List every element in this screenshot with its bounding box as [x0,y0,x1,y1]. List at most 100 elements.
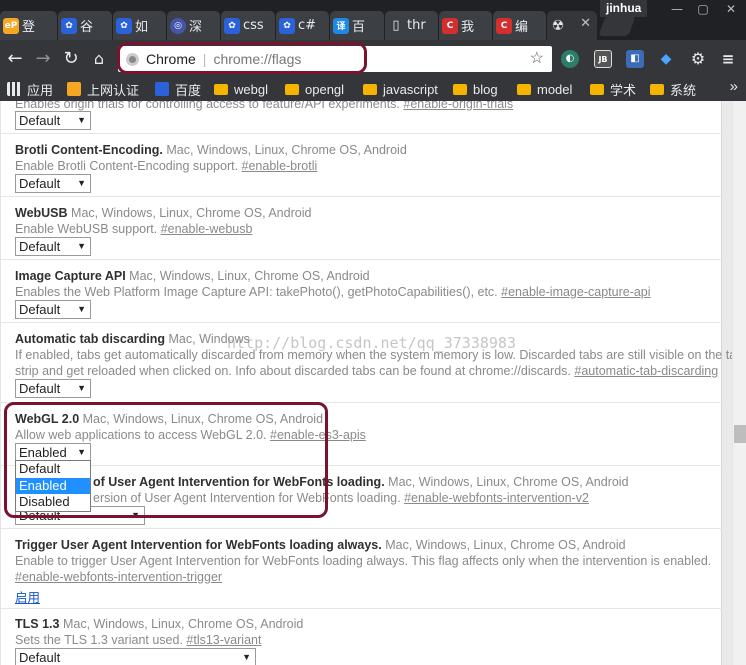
document-icon: ▯ [388,17,404,34]
bookmark-star-icon[interactable]: ☆ [530,48,544,68]
close-window-icon[interactable]: ✕ [724,2,738,16]
ep-icon [67,82,81,96]
experiment-anchor-link[interactable]: #enable-brotli [242,159,318,173]
extension-shield-icon[interactable]: ◆ [657,50,675,68]
experiment-select[interactable]: Default ▼ [15,174,91,193]
baidu-paw-icon: ✿ [116,17,132,34]
radiation-icon: ☢ [551,17,565,34]
experiment-description: Enables the Web Platform Image Capture A… [15,285,651,299]
forward-icon[interactable]: → [32,48,54,70]
omnibox-url[interactable]: chrome://flags [213,51,301,67]
tab-0[interactable]: eP 登 [0,11,57,40]
extension-puzzle-icon[interactable]: ◧ [626,50,644,68]
dropdown-option-enabled[interactable]: Enabled [16,477,90,494]
experiment-select[interactable]: Default ▼ [15,648,256,665]
experiment-anchor-link[interactable]: #enable-image-capture-api [501,285,650,299]
experiment-webusb: WebUSB Mac, Windows, Linux, Chrome OS, A… [1,197,723,260]
maximize-icon[interactable]: ▢ [696,2,710,16]
tab-strip: eP 登 ✿ 谷 ✿ 如 ◎ 深 ✿ css ✿ c# 译 百 ▯ thr C … [0,0,746,40]
tab-label: 登 [22,20,36,35]
experiment-webgl2: WebGL 2.0 Mac, Windows, Linux, Chrome OS… [1,403,723,466]
bookmark-label: 系统 [670,82,697,98]
experiment-select[interactable]: Default ▼ [15,379,91,398]
bookmark-label: blog [473,81,498,97]
tab-active-flags[interactable]: ☢ ✕ [547,11,597,40]
experiment-anchor-link[interactable]: #enable-webfonts-intervention-trigger [15,570,222,584]
bookmark-folder-academic[interactable]: 学术 [590,80,636,98]
experiment-anchor-link[interactable]: #enable-webusb [161,222,253,236]
bookmark-label: model [537,81,573,97]
experiment-anchor-link[interactable]: #automatic-tab-discarding [574,364,718,378]
experiment-origin-trials: Enables origin trials for controlling ac… [1,101,723,134]
tab-9[interactable]: C 编 [493,11,546,40]
dropdown-option-default[interactable]: Default [16,461,90,478]
home-icon[interactable]: ⌂ [88,48,110,70]
tab-label: 谷 [80,20,94,35]
menu-icon[interactable]: ≡ [719,50,737,68]
back-icon[interactable]: ← [4,48,26,70]
folder-icon [650,84,664,95]
experiment-tls13: TLS 1.3 Mac, Windows, Linux, Chrome OS, … [1,609,723,665]
enable-link[interactable]: 启用 [15,587,40,606]
tab-7[interactable]: ▯ thr [385,11,438,40]
baidu-paw-icon: ✿ [61,17,77,34]
dropdown-arrow-icon: ▼ [77,447,86,457]
csdn-icon: C [442,17,458,34]
bookmarks-overflow-icon[interactable]: » [730,78,738,95]
bookmark-folder-model[interactable]: model [517,80,572,98]
experiment-webfonts-trigger: Trigger User Agent Intervention for WebF… [1,529,723,609]
experiment-anchor-link[interactable]: #tls13-variant [186,633,261,647]
experiment-description: Enable WebUSB support. #enable-webusb [15,222,253,236]
experiment-header: of User Agent Intervention for WebFonts … [93,475,629,489]
bookmark-folder-javascript[interactable]: javascript [363,80,438,98]
tab-5[interactable]: ✿ c# [276,11,329,40]
minimize-icon[interactable]: — [670,2,684,16]
bookmark-label: webgl [234,81,268,97]
scrollbar[interactable] [732,101,746,665]
bookmark-folder-blog[interactable]: blog [453,80,498,98]
experiment-description-line2: strip and get reloaded when clicked on. … [15,364,719,378]
dropdown-arrow-icon: ▼ [77,383,86,393]
experiment-description: Sets the TLS 1.3 variant used. #tls13-va… [15,633,262,647]
tab-8[interactable]: C 我 [439,11,492,40]
scrollbar-thumb[interactable] [734,425,746,443]
bookmark-label: 学术 [610,82,637,98]
folder-icon [590,84,604,95]
bookmarks-bar: 应用 上网认证 百度 webgl opengl javascript blog … [0,77,746,101]
bookmark-apps[interactable]: 应用 [7,80,53,98]
experiment-anchor-link[interactable]: #enable-origin-trials [403,101,513,111]
bookmark-folder-opengl[interactable]: opengl [285,80,344,98]
tab-3[interactable]: ◎ 深 [167,11,220,40]
profile-name[interactable]: jinhua [600,0,648,17]
bookmark-baidu[interactable]: 百度 [155,80,201,98]
experiment-anchor-link[interactable]: #enable-es3-apis [270,428,366,442]
experiment-select[interactable]: Default ▼ [15,300,91,319]
tab-2[interactable]: ✿ 如 [113,11,166,40]
experiment-description: ersion of User Agent Intervention for We… [93,491,589,505]
reload-icon[interactable]: ↻ [60,48,82,70]
new-tab-button[interactable] [598,16,636,36]
experiment-select[interactable]: Default ▼ [15,237,91,256]
tab-6[interactable]: 译 百 [330,11,384,40]
tab-1[interactable]: ✿ 谷 [58,11,112,40]
omnibox[interactable]: Chrome | chrome://flags ☆ [118,46,552,72]
close-tab-icon[interactable]: ✕ [580,16,591,31]
tab-4[interactable]: ✿ css [221,11,275,40]
extension-globe-icon[interactable]: ◐ [561,50,579,68]
baidu-paw-icon [155,82,169,96]
extension-jb-icon[interactable]: JB [594,50,612,68]
tab-label: css [243,18,264,33]
dropdown-option-disabled[interactable]: Disabled [16,494,90,511]
bookmark-label: javascript [383,81,438,97]
experiment-anchor-link[interactable]: #enable-webfonts-intervention-v2 [404,491,589,505]
baidu-paw-icon: ✿ [279,17,295,34]
folder-icon [517,84,531,95]
settings-gear-icon[interactable]: ⚙ [689,50,707,68]
experiment-select[interactable]: Default ▼ [15,111,91,130]
ep-icon: eP [3,17,19,34]
bookmark-portal[interactable]: 上网认证 [67,80,139,98]
experiment-description: Allow web applications to access WebGL 2… [15,428,366,442]
bookmark-folder-system[interactable]: 系统 [650,80,696,98]
experiment-description: Enables origin trials for controlling ac… [15,101,513,111]
bookmark-folder-webgl[interactable]: webgl [214,80,268,98]
